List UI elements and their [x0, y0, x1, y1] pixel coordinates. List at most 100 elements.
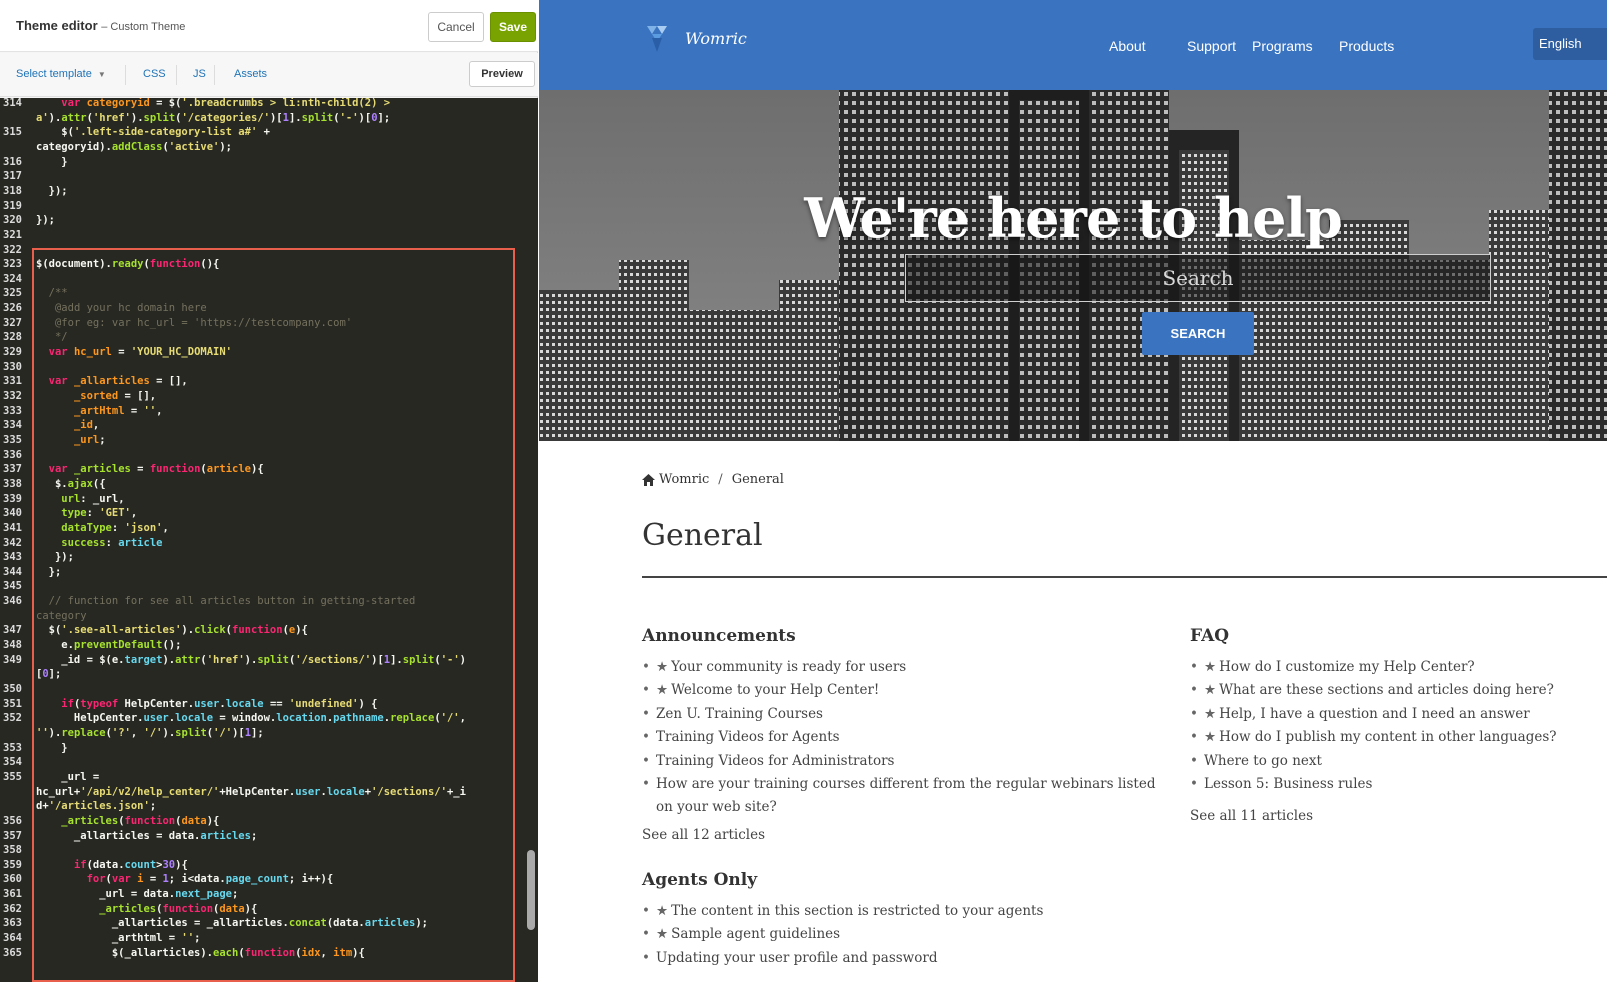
article-link[interactable]: Training Videos for Administrators	[642, 750, 1162, 774]
line-number: 341	[3, 521, 22, 534]
code-line: 319	[0, 200, 530, 215]
line-number: 327	[3, 316, 22, 329]
save-button[interactable]: Save	[490, 12, 536, 42]
code-editor[interactable]: 314 var categoryid = $('.breadcrumbs > l…	[0, 98, 538, 982]
line-number: 349	[3, 653, 22, 666]
logo-text[interactable]: Womric	[685, 29, 747, 48]
article-link[interactable]: ★Sample agent guidelines	[642, 923, 1162, 947]
line-number: 357	[3, 829, 22, 842]
line-number: 323	[3, 258, 22, 271]
article-link[interactable]: Where to go next	[1190, 750, 1600, 774]
line-number: 315	[3, 126, 22, 139]
article-link[interactable]: Training Videos for Agents	[642, 726, 1162, 750]
section-title-agents-only[interactable]: Agents Only	[642, 870, 757, 890]
code-text: a').attr('href').split('/categories/')[1…	[36, 111, 391, 124]
line-number: 333	[3, 404, 22, 417]
line-number: 345	[3, 580, 22, 593]
nav-about[interactable]: About	[1109, 38, 1146, 54]
breadcrumb: Womric / General	[642, 472, 784, 487]
section-title-faq[interactable]: FAQ	[1190, 626, 1229, 646]
line-number: 319	[3, 199, 22, 212]
editor-header: Theme editor – Custom Theme Cancel Save	[0, 0, 538, 52]
preview-button[interactable]: Preview	[469, 61, 535, 87]
article-title: Zen U. Training Courses	[656, 705, 823, 722]
article-list-agents-only: ★The content in this section is restrict…	[642, 900, 1162, 971]
line-number: 348	[3, 639, 22, 652]
code-line: 320});	[0, 214, 530, 229]
code-text: });	[36, 184, 68, 197]
article-link[interactable]: ★How do I publish my content in other la…	[1190, 726, 1600, 750]
line-number: 314	[3, 98, 22, 109]
breadcrumb-current[interactable]: General	[732, 472, 784, 487]
code-line: 315 $('.left-side-category-list a#' +	[0, 126, 530, 141]
star-icon: ★	[1204, 682, 1217, 699]
line-number: 324	[3, 272, 22, 285]
line-number: 364	[3, 932, 22, 945]
breadcrumb-separator: /	[718, 472, 723, 487]
article-link[interactable]: ★How do I customize my Help Center?	[1190, 656, 1600, 680]
article-title: The content in this section is restricte…	[671, 903, 1044, 919]
search-button[interactable]: SEARCH	[1142, 312, 1254, 355]
line-number: 339	[3, 492, 22, 505]
article-link[interactable]: How are your training courses different …	[642, 773, 1162, 820]
line-number: 346	[3, 595, 22, 608]
code-text: categoryid).addClass('active');	[36, 140, 232, 153]
home-icon	[642, 473, 655, 486]
article-title: How do I customize my Help Center?	[1219, 659, 1475, 675]
line-number: 330	[3, 360, 22, 373]
article-title: Training Videos for Administrators	[656, 752, 895, 769]
article-link[interactable]: Zen U. Training Courses	[642, 703, 1162, 727]
select-template-label: Select template	[16, 68, 92, 80]
article-title: Help, I have a question and I need an an…	[1219, 705, 1530, 722]
article-title: What are these sections and articles doi…	[1219, 682, 1554, 699]
code-text: var categoryid = $('.breadcrumbs > li:nt…	[61, 98, 391, 109]
line-number: 362	[3, 902, 22, 915]
article-title: How are your training courses different …	[656, 776, 1156, 816]
nav-products[interactable]: Products	[1339, 38, 1394, 54]
tab-css[interactable]: CSS	[143, 68, 166, 80]
line-number: 337	[3, 463, 22, 476]
tab-assets[interactable]: Assets	[234, 68, 267, 80]
language-selector[interactable]: English	[1533, 28, 1607, 60]
toolbar-divider	[125, 65, 126, 85]
article-title: Where to go next	[1204, 752, 1322, 769]
line-number: 321	[3, 228, 22, 241]
star-icon: ★	[656, 903, 669, 919]
line-number: 338	[3, 477, 22, 490]
article-title: Your community is ready for users	[671, 659, 907, 675]
site-header: Womric About Support Programs Products E…	[539, 0, 1607, 90]
article-link[interactable]: Lesson 5: Business rules	[1190, 773, 1600, 797]
editor-scrollbar[interactable]	[527, 850, 535, 930]
nav-support[interactable]: Support	[1187, 38, 1236, 54]
editor-title: Theme editor – Custom Theme	[16, 18, 185, 33]
article-link[interactable]: ★The content in this section is restrict…	[642, 900, 1162, 924]
line-number: 340	[3, 507, 22, 520]
article-title: Welcome to your Help Center!	[671, 682, 880, 699]
hero-banner: We're here to help SEARCH	[539, 90, 1607, 441]
search-input[interactable]	[905, 254, 1491, 302]
article-link[interactable]: Updating your user profile and password	[642, 947, 1162, 971]
code-text: $('.left-side-category-list a#' +	[36, 126, 270, 139]
select-template-dropdown[interactable]: Select template ▼	[16, 68, 106, 80]
article-link[interactable]: ★What are these sections and articles do…	[1190, 679, 1600, 703]
tab-js[interactable]: JS	[193, 68, 206, 80]
page-title: General	[642, 518, 763, 553]
line-number: 356	[3, 814, 22, 827]
cancel-button[interactable]: Cancel	[428, 12, 484, 42]
article-title: Sample agent guidelines	[671, 926, 841, 943]
see-all-announcements-link[interactable]: See all 12 articles	[642, 827, 765, 843]
line-number: 326	[3, 302, 22, 315]
article-link[interactable]: ★Welcome to your Help Center!	[642, 679, 1162, 703]
article-link[interactable]: ★Help, I have a question and I need an a…	[1190, 703, 1600, 727]
line-number: 328	[3, 331, 22, 344]
article-list-announcements: ★Your community is ready for users★Welco…	[642, 656, 1162, 820]
nav-programs[interactable]: Programs	[1252, 38, 1313, 54]
article-link[interactable]: ★Your community is ready for users	[642, 656, 1162, 680]
see-all-faq-link[interactable]: See all 11 articles	[1190, 808, 1313, 824]
article-title: Training Videos for Agents	[656, 729, 840, 746]
section-title-announcements[interactable]: Announcements	[642, 626, 796, 646]
breadcrumb-home-link[interactable]: Womric	[659, 472, 709, 487]
code-line: 316 }	[0, 156, 530, 171]
line-number: 344	[3, 565, 22, 578]
toolbar-divider	[214, 65, 215, 85]
